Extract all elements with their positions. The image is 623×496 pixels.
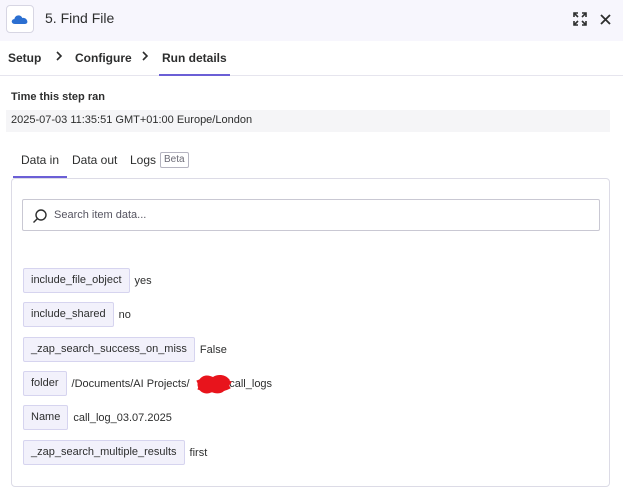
modal-header: 5. Find File <box>0 0 623 41</box>
field-key[interactable]: include_shared <box>23 302 114 327</box>
field-row: _zap_search_success_on_miss False <box>23 337 227 362</box>
field-key[interactable]: folder <box>23 371 67 396</box>
search-input[interactable] <box>53 200 593 230</box>
close-icon[interactable] <box>595 9 615 29</box>
step-navigation: Setup Configure Run details <box>0 41 623 76</box>
beta-badge: Beta <box>160 152 189 168</box>
chevron-right-icon <box>55 49 63 65</box>
nav-configure[interactable]: Configure <box>75 51 132 65</box>
chevron-right-icon <box>141 49 149 65</box>
field-value: no <box>118 308 131 321</box>
field-row: include_file_object yes <box>23 268 152 293</box>
field-value: yes <box>134 274 152 287</box>
redaction-scribble <box>195 374 232 393</box>
tab-data-in[interactable]: Data in <box>12 153 68 178</box>
field-key[interactable]: include_file_object <box>23 268 130 293</box>
run-time-label: Time this step ran <box>11 91 105 103</box>
tab-data-out[interactable]: Data out <box>72 153 117 167</box>
run-time-value: 2025-07-03 11:35:51 GMT+01:00 Europe/Lon… <box>6 110 610 132</box>
expand-icon[interactable] <box>570 9 590 29</box>
field-row: folder /Documents/AI Projects/ /call_log… <box>23 371 272 396</box>
field-row: include_shared no <box>23 302 131 327</box>
field-value: False <box>199 343 227 356</box>
field-row: _zap_search_multiple_results first <box>23 440 207 465</box>
field-key[interactable]: _zap_search_multiple_results <box>23 440 185 465</box>
field-key[interactable]: _zap_search_success_on_miss <box>23 337 195 362</box>
field-key[interactable]: Name <box>23 405 69 430</box>
field-value: call_log_03.07.2025 <box>73 411 172 424</box>
field-row: Name call_log_03.07.2025 <box>23 405 172 430</box>
search-box <box>22 199 600 231</box>
tab-logs[interactable]: Logs <box>130 153 156 167</box>
field-value: /Documents/AI Projects/ /call_logs <box>71 377 273 390</box>
search-icon <box>33 209 47 223</box>
nav-setup[interactable]: Setup <box>8 51 41 65</box>
onedrive-app-icon <box>6 5 34 33</box>
nav-run-details[interactable]: Run details <box>159 51 230 76</box>
step-title: 5. Find File <box>45 10 115 26</box>
field-value: first <box>189 446 208 459</box>
data-in-panel: include_file_object yes include_shared n… <box>11 178 610 487</box>
field-value-wrap: /Documents/AI Projects/ /call_logs <box>71 374 273 393</box>
